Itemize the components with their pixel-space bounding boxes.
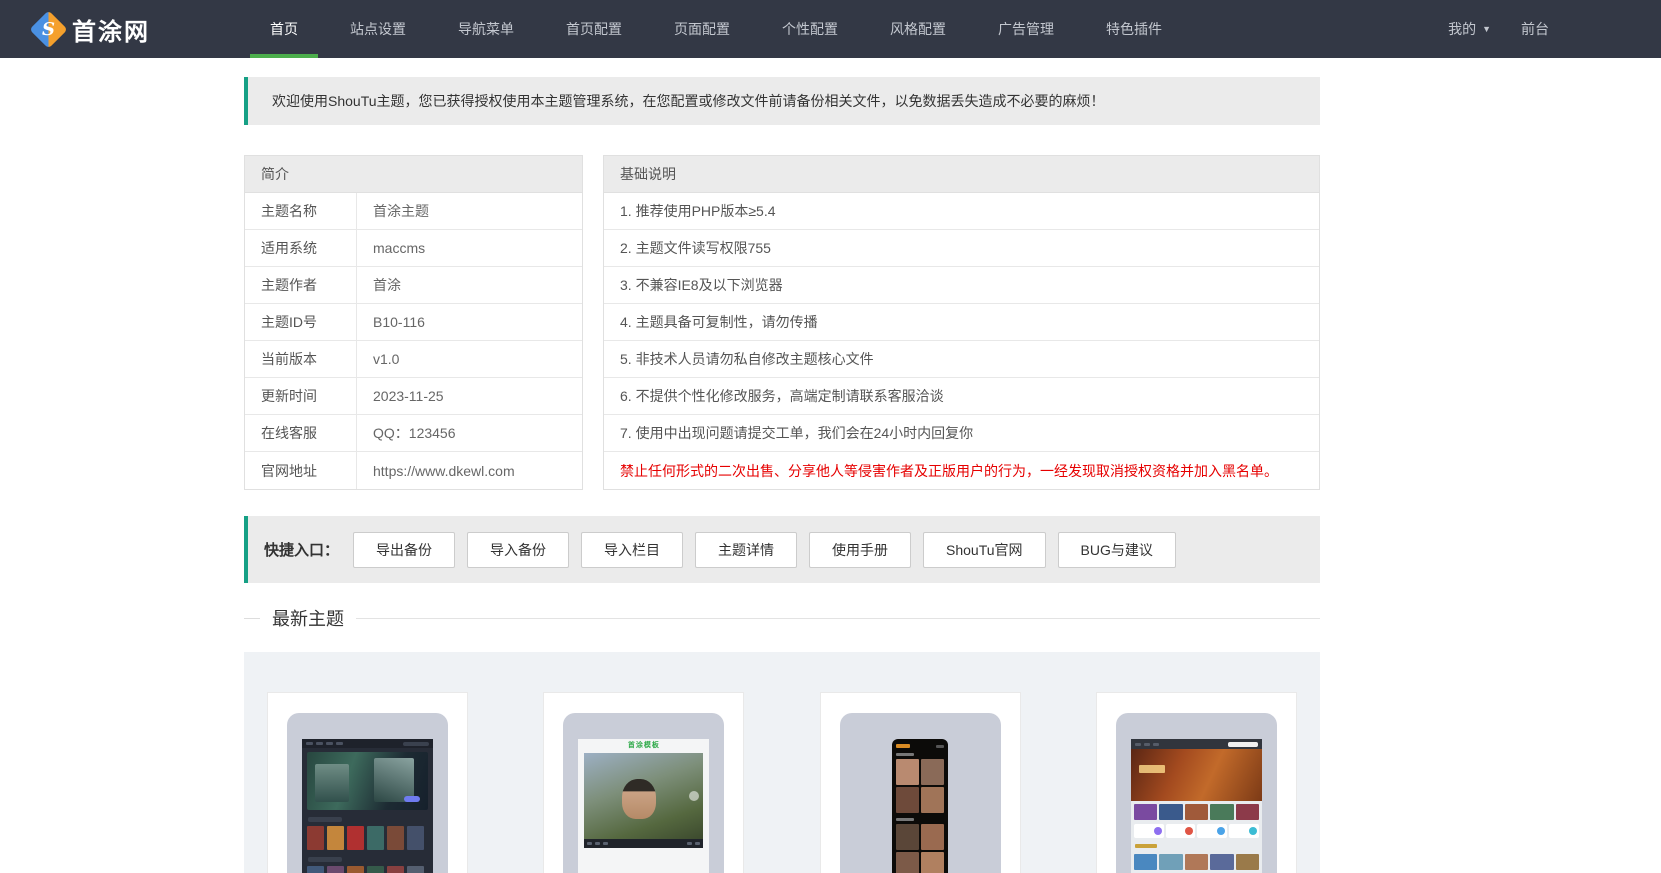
row-value: v1.0 (373, 351, 400, 367)
notes-table-header: 基础说明 (604, 156, 1319, 193)
info-section: 简介 主题名称 首涂主题 适用系统 maccms 主题作者 首涂 主题ID号 B… (244, 155, 1320, 490)
table-row: 主题名称 首涂主题 (245, 193, 582, 230)
nav-item-home-config[interactable]: 首页配置 (546, 0, 642, 58)
table-row: 在线客服 QQ：123456 (245, 415, 582, 452)
movie-portal-theme-screenshot (1130, 739, 1262, 873)
latest-themes-panel: 首涂模板 (244, 652, 1320, 873)
official-site-url[interactable]: https://www.dkewl.com (357, 463, 515, 479)
divider (244, 617, 260, 619)
device-frame (287, 713, 448, 873)
welcome-text: 欢迎使用ShouTu主题，您已获得授权使用本主题管理系统，在您配置或修改文件前请… (272, 93, 1105, 109)
frontend-label: 前台 (1521, 21, 1549, 37)
note-row: 2. 主题文件读写权限755 (604, 230, 1319, 267)
table-row: 官网地址 https://www.dkewl.com (245, 452, 582, 489)
notes-table: 基础说明 1. 推荐使用PHP版本≥5.4 2. 主题文件读写权限755 3. … (603, 155, 1320, 490)
theme-details-button[interactable]: 主题详情 (695, 531, 798, 568)
row-value: maccms (373, 240, 426, 256)
note-row: 3. 不兼容IE8及以下浏览器 (604, 267, 1319, 304)
nav-item-personalization-config[interactable]: 个性配置 (762, 0, 858, 58)
license-warning-text: 禁止任何形式的二次出售、分享他人等侵害作者及正版用户的行为，一经发现取消授权资格… (620, 462, 1278, 479)
intro-table-header: 简介 (245, 156, 582, 193)
theme-card[interactable]: 首涂模板 (543, 692, 745, 873)
row-value: B10-116 (373, 314, 425, 330)
row-value: 首涂 (373, 277, 401, 293)
video-player-page-theme-screenshot: 首涂模板 (578, 739, 710, 873)
row-value: 2023-11-25 (373, 388, 444, 404)
nav-item-style-config[interactable]: 风格配置 (870, 0, 966, 58)
main-content: 欢迎使用ShouTu主题，您已获得授权使用本主题管理系统，在您配置或修改文件前请… (244, 77, 1320, 873)
welcome-banner: 欢迎使用ShouTu主题，您已获得授权使用本主题管理系统，在您配置或修改文件前请… (244, 77, 1320, 125)
note-row: 4. 主题具备可复制性，请勿传播 (604, 304, 1319, 341)
import-categories-button[interactable]: 导入栏目 (581, 531, 684, 568)
chevron-down-icon: ▼ (1482, 24, 1491, 34)
main-nav: 首页 站点设置 导航菜单 首页配置 页面配置 个性配置 风格配置 广告管理 特色… (244, 0, 1188, 58)
phone-mockup (892, 739, 949, 873)
row-value: 首涂主题 (373, 203, 429, 219)
theme-card[interactable] (819, 692, 1021, 873)
nav-item-page-config[interactable]: 页面配置 (654, 0, 750, 58)
nav-item-site-settings[interactable]: 站点设置 (330, 0, 426, 58)
export-backup-button[interactable]: 导出备份 (353, 531, 456, 568)
player-logo-text: 首涂模板 (627, 742, 660, 749)
table-row: 主题ID号 B10-116 (245, 304, 582, 341)
frontend-link[interactable]: 前台 (1521, 19, 1549, 39)
logo-text: 首涂网 (72, 18, 150, 46)
top-navbar: S 首涂网 首页 站点设置 导航菜单 首页配置 页面配置 个性配置 风格配置 广… (0, 0, 1661, 58)
nav-item-nav-menu[interactable]: 导航菜单 (438, 0, 534, 58)
shoutu-website-button[interactable]: ShouTu官网 (923, 531, 1046, 568)
logo-icon: S (29, 9, 68, 49)
latest-themes-title: 最新主题 (272, 609, 344, 629)
my-account-menu[interactable]: 我的 ▼ (1448, 19, 1491, 39)
theme-card[interactable] (1095, 692, 1297, 873)
my-account-label: 我的 (1448, 21, 1477, 37)
row-label: 当前版本 (245, 341, 357, 377)
latest-themes-header: 最新主题 (244, 605, 1320, 631)
nav-item-ad-management[interactable]: 广告管理 (978, 0, 1074, 58)
user-manual-button[interactable]: 使用手册 (809, 531, 912, 568)
nav-item-featured-plugins[interactable]: 特色插件 (1086, 0, 1182, 58)
device-frame: 首涂模板 (563, 713, 725, 873)
quick-links-bar: 快捷入口： 导出备份 导入备份 导入栏目 主题详情 使用手册 ShouTu官网 … (244, 516, 1320, 583)
mobile-app-theme-screenshot (855, 739, 986, 873)
import-backup-button[interactable]: 导入备份 (467, 531, 570, 568)
quick-links-label: 快捷入口： (264, 542, 340, 559)
topbar-right: 我的 ▼ 前台 (1448, 19, 1549, 39)
dark-movie-site-theme-screenshot (302, 739, 433, 873)
row-label: 更新时间 (245, 378, 357, 414)
row-label: 主题作者 (245, 267, 357, 303)
device-frame (839, 713, 1001, 873)
row-label: 主题名称 (245, 193, 357, 229)
table-row: 主题作者 首涂 (245, 267, 582, 304)
divider (356, 617, 1320, 619)
row-label: 官网地址 (245, 452, 357, 489)
note-row: 1. 推荐使用PHP版本≥5.4 (604, 193, 1319, 230)
row-label: 在线客服 (245, 415, 357, 451)
nav-item-home[interactable]: 首页 (250, 0, 318, 58)
note-row: 5. 非技术人员请勿私自修改主题核心文件 (604, 341, 1319, 378)
table-row: 当前版本 v1.0 (245, 341, 582, 378)
row-value: QQ：123456 (373, 425, 456, 441)
bug-suggestions-button[interactable]: BUG与建议 (1057, 531, 1176, 568)
row-label: 主题ID号 (245, 304, 357, 340)
note-row: 6. 不提供个性化修改服务，高端定制请联系客服洽谈 (604, 378, 1319, 415)
theme-card[interactable] (267, 692, 468, 873)
note-row: 7. 使用中出现问题请提交工单，我们会在24小时内回复你 (604, 415, 1319, 452)
table-row: 更新时间 2023-11-25 (245, 378, 582, 415)
device-frame (1115, 713, 1277, 873)
logo[interactable]: S 首涂网 (0, 9, 244, 49)
row-label: 适用系统 (245, 230, 357, 266)
table-row: 适用系统 maccms (245, 230, 582, 267)
intro-table: 简介 主题名称 首涂主题 适用系统 maccms 主题作者 首涂 主题ID号 B… (244, 155, 583, 490)
